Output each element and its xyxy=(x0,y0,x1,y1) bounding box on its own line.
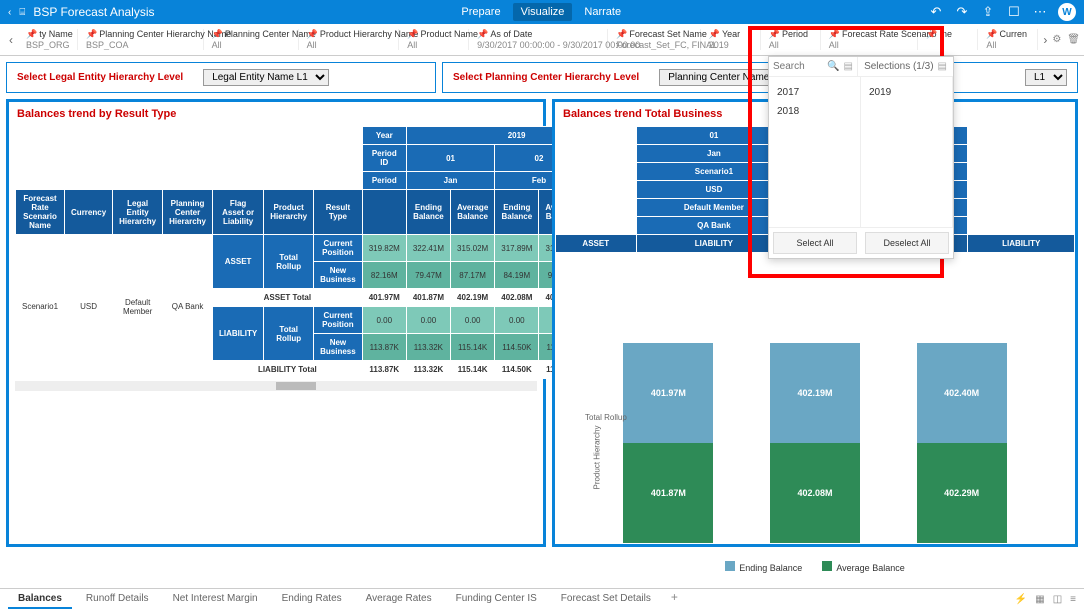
legal-level-label: Select Legal Entity Hierarchy Level xyxy=(17,72,183,83)
legal-level-select[interactable]: Legal Entity Name L1 xyxy=(203,69,329,86)
search-icon[interactable]: 🔍 xyxy=(827,61,839,72)
app-title: BSP Forecast Analysis xyxy=(33,5,154,19)
back-icon[interactable]: ‹ xyxy=(8,7,11,18)
grid-icon[interactable]: ▦ xyxy=(1035,594,1044,605)
left-panel-title: Balances trend by Result Type xyxy=(9,102,543,126)
redo-icon[interactable]: ↷ xyxy=(954,4,970,20)
filter-bar: ‹ 📌ty NameBSP_ORG📌Planning Center Hierar… xyxy=(0,24,1084,56)
dropdown-available: 20172018 xyxy=(769,77,861,227)
filter-delete-icon[interactable]: 🗑 xyxy=(1067,34,1080,45)
select-all-button[interactable]: Select All xyxy=(773,232,857,254)
filter-9[interactable]: 📌Forecast Rate ScenarioAll xyxy=(821,29,919,50)
chart-icon: ⌸ xyxy=(19,7,25,18)
bottom-tab-average-rates[interactable]: Average Rates xyxy=(356,590,442,609)
mode-tabs: Prepare Visualize Narrate xyxy=(453,3,629,21)
filter-11[interactable]: 📌CurrenAll xyxy=(978,29,1038,50)
deselect-all-button[interactable]: Deselect All xyxy=(865,232,949,254)
tab-narrate[interactable]: Narrate xyxy=(576,3,629,21)
bottom-tab-runoff-details[interactable]: Runoff Details xyxy=(76,590,159,609)
filter-5[interactable]: 📌As of Date9/30/2017 00:00:00 - 9/30/201… xyxy=(469,29,608,50)
dd-option-2017[interactable]: 2017 xyxy=(775,83,854,102)
legal-level-panel: Select Legal Entity Hierarchy Level Lega… xyxy=(6,62,436,93)
chart-legend: Ending Balance Average Balance xyxy=(555,553,1075,581)
undo-icon[interactable]: ↶ xyxy=(928,4,944,20)
filter-3[interactable]: 📌Product Hierarchy NameAll xyxy=(299,29,400,50)
top-bar: ‹ ⌸ BSP Forecast Analysis Prepare Visual… xyxy=(0,0,1084,24)
filter-prev-icon[interactable]: ‹ xyxy=(4,33,18,47)
filter-6[interactable]: 📌Forecast Set NameForecast_Set_FC, FINAL xyxy=(608,29,701,50)
dropdown-search-input[interactable] xyxy=(773,61,823,72)
clear-icon[interactable]: ▤ xyxy=(938,61,947,72)
bottom-tab-forecast-set-details[interactable]: Forecast Set Details xyxy=(551,590,661,609)
filter-0[interactable]: 📌ty NameBSP_ORG xyxy=(18,29,78,50)
chart-area: Product Hierarchy Total Rollup 401.97M40… xyxy=(555,253,1075,553)
dd-selected-2019[interactable]: 2019 xyxy=(867,83,946,102)
dropdown-search[interactable]: 🔍 ▤ xyxy=(769,57,858,76)
bar-01: 401.97M401.87M xyxy=(623,343,713,543)
refresh-icon[interactable]: ⚡ xyxy=(1015,594,1027,605)
bottom-tab-balances[interactable]: Balances xyxy=(8,590,72,609)
tab-prepare[interactable]: Prepare xyxy=(453,3,508,21)
filter-1[interactable]: 📌Planning Center Hierarchy NameBSP_COA xyxy=(78,29,204,50)
filter-next-icon[interactable]: › xyxy=(1038,33,1052,47)
bottom-tab-bar: BalancesRunoff DetailsNet Interest Margi… xyxy=(0,588,1084,610)
share-icon[interactable]: ☐ xyxy=(1006,4,1022,20)
chart-ylabel2: Total Rollup xyxy=(585,413,627,422)
filter-7[interactable]: 📌Year2019 xyxy=(701,29,761,50)
filter-settings-icon[interactable]: ⚙ xyxy=(1052,34,1061,45)
avatar[interactable]: W xyxy=(1058,3,1076,21)
chart-yaxis-label: Product Hierarchy xyxy=(593,425,602,489)
result-type-table: Year 2019 Period ID 01 02 03 Period Jan … xyxy=(15,126,627,379)
year-filter-dropdown: 🔍 ▤ Selections (1/3) ▤ 20172018 2019 Sel… xyxy=(768,56,954,259)
list-icon[interactable]: ≡ xyxy=(1070,594,1076,605)
filter-8[interactable]: 📌PeriodAll xyxy=(761,29,821,50)
bar-03: 402.40M402.29M xyxy=(917,343,1007,543)
menu-icon[interactable]: ⋯ xyxy=(1032,4,1048,20)
bar-02: 402.19M402.08M xyxy=(770,343,860,543)
add-tab-button[interactable]: + xyxy=(665,590,684,609)
filter-4[interactable]: 📌Product NameAll xyxy=(399,29,469,50)
filter-10[interactable]: 📌me xyxy=(918,29,978,50)
tab-visualize[interactable]: Visualize xyxy=(513,3,573,21)
extra-level-select[interactable]: L1 xyxy=(1025,69,1067,86)
plan-level-label: Select Planning Center Hierarchy Level xyxy=(453,72,639,83)
legend-ending: Ending Balance xyxy=(725,561,802,573)
bottom-tab-funding-center-is[interactable]: Funding Center IS xyxy=(446,590,547,609)
bottom-tab-net-interest-margin[interactable]: Net Interest Margin xyxy=(163,590,268,609)
horizontal-scrollbar[interactable] xyxy=(15,381,537,391)
dropdown-selected: 2019 xyxy=(861,77,953,227)
export-icon[interactable]: ⇪ xyxy=(980,4,996,20)
dropdown-selections-label: Selections (1/3) ▤ xyxy=(858,57,953,76)
filter-icon[interactable]: ▤ xyxy=(843,61,852,72)
panel-icon[interactable]: ◫ xyxy=(1053,594,1062,605)
dd-option-2018[interactable]: 2018 xyxy=(775,102,854,121)
legend-average: Average Balance xyxy=(822,561,904,573)
bottom-tab-ending-rates[interactable]: Ending Rates xyxy=(272,590,352,609)
left-panel: Balances trend by Result Type Year 2019 … xyxy=(6,99,546,547)
filter-2[interactable]: 📌Planning Center NameAll xyxy=(204,29,299,50)
bar-chart: 401.97M401.87M 402.19M402.08M 402.40M402.2… xyxy=(575,303,1055,543)
